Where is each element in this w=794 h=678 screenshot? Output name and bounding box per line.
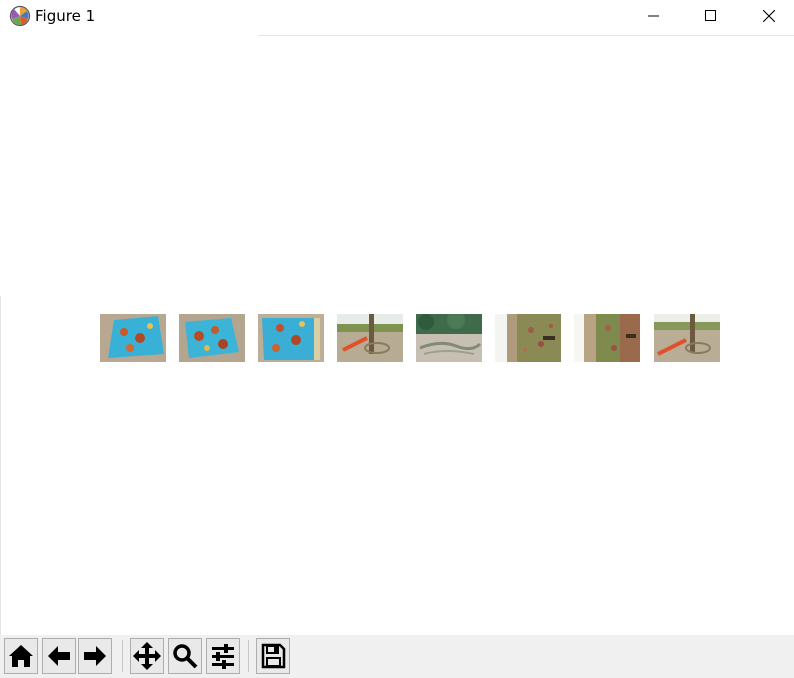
image-thumbnail — [337, 314, 403, 362]
close-button[interactable] — [740, 0, 794, 32]
fabric-bag-image — [100, 314, 166, 362]
matplotlib-icon — [9, 5, 31, 27]
pan-button[interactable] — [130, 638, 164, 674]
toolbar-separator — [248, 640, 249, 672]
toolbar-separator — [122, 640, 123, 672]
forward-button[interactable] — [78, 638, 112, 674]
image-thumbnail — [574, 314, 640, 362]
minimize-button[interactable] — [625, 0, 683, 32]
maximize-button[interactable] — [682, 0, 740, 32]
title-bar: Figure 1 — [0, 0, 794, 35]
image-thumbnail — [100, 314, 166, 362]
save-floppy-icon — [261, 643, 286, 669]
image-strip — [100, 314, 720, 362]
back-button[interactable] — [42, 638, 76, 674]
fabric-bag-image — [179, 314, 245, 362]
canvas-left-edge — [0, 296, 1, 636]
zoom-magnifier-icon — [173, 644, 198, 669]
save-button[interactable] — [256, 638, 290, 674]
minimize-icon — [648, 15, 659, 17]
forward-arrow-icon — [84, 646, 106, 666]
home-button[interactable] — [4, 638, 38, 674]
configure-subplots-button[interactable] — [206, 638, 240, 674]
navigation-toolbar — [0, 635, 794, 678]
image-thumbnail — [258, 314, 324, 362]
back-arrow-icon — [48, 646, 70, 666]
ground-branches-image — [416, 314, 482, 362]
zoom-button[interactable] — [168, 638, 202, 674]
image-thumbnail — [654, 314, 720, 362]
image-thumbnail — [495, 314, 561, 362]
rotated-tree-image — [574, 314, 640, 362]
maximize-icon — [705, 10, 716, 21]
image-thumbnail — [179, 314, 245, 362]
tree-shovel-image — [654, 314, 720, 362]
pan-icon — [133, 642, 161, 670]
image-thumbnail — [416, 314, 482, 362]
sliders-icon — [212, 644, 234, 669]
home-icon — [9, 645, 33, 667]
window-title: Figure 1 — [35, 7, 96, 25]
close-icon — [763, 10, 775, 22]
tree-shovel-image — [337, 314, 403, 362]
rotated-tree-image — [495, 314, 561, 362]
fabric-bag-image — [258, 314, 324, 362]
